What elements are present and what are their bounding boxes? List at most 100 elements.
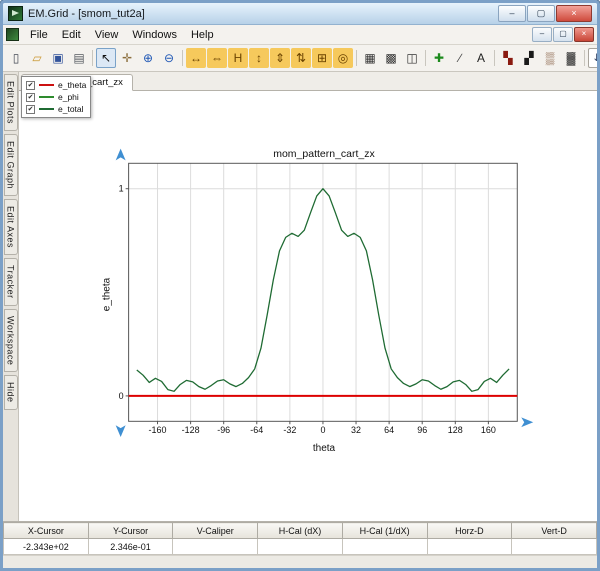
tick-label-x: -64 — [250, 425, 263, 435]
fix-horizontal-button[interactable]: H — [228, 48, 248, 68]
caliper-header-y-cursor: Y-Cursor — [87, 522, 174, 539]
tick-label-y: 0 — [119, 391, 124, 401]
save-button[interactable]: ▣ — [48, 48, 68, 68]
autoscale-y-button[interactable]: ↕ — [249, 48, 269, 68]
tick-label-x: 128 — [448, 425, 463, 435]
surface-map-button[interactable]: ▚ — [498, 48, 518, 68]
window-title: EM.Grid - [smom_tut2a] — [28, 7, 145, 20]
fix-vertical-button[interactable]: ⇅ — [291, 48, 311, 68]
legend-checkbox-e-phi[interactable]: ✔ — [26, 92, 35, 102]
axis-handle-top-left[interactable] — [115, 148, 126, 161]
expand-x-button[interactable]: ⇔ — [207, 48, 227, 68]
legend-checkbox-e-theta[interactable]: ✔ — [26, 80, 35, 90]
caliper-values-row: -2.343e+02 2.346e-01 — [3, 538, 597, 555]
axis-handle-bottom-right[interactable] — [521, 417, 534, 428]
plot-workspace: mom_pattern_cart_zx ✔ e_theta ✔ e_phi ✔ … — [19, 72, 597, 521]
legend-row: ✔ e_phi — [26, 91, 86, 103]
h-cal-dx-value — [257, 538, 343, 555]
app-window: EM.Grid - [smom_tut2a] – ▢ × File Edit V… — [0, 0, 600, 571]
menu-edit[interactable]: Edit — [55, 27, 88, 43]
mdi-close-button[interactable]: × — [574, 27, 594, 42]
x-cursor-value: -2.343e+02 — [3, 538, 89, 555]
tick-label-x: 32 — [351, 425, 361, 435]
legend-label: e_phi — [58, 92, 79, 102]
print-button[interactable]: ▤ — [69, 48, 89, 68]
legend-line-sample — [39, 84, 54, 86]
y-axis-label: e_theta — [101, 277, 113, 312]
toolbar-separator — [584, 50, 585, 66]
legend-row: ✔ e_theta — [26, 79, 86, 91]
slope-tool-button[interactable]: ∕ — [450, 48, 470, 68]
legend-checkbox-e-total[interactable]: ✔ — [26, 104, 35, 114]
tick-label-x: -32 — [283, 425, 296, 435]
autoscale-xy-button[interactable]: ⊞ — [312, 48, 332, 68]
menu-help[interactable]: Help — [184, 27, 221, 43]
close-button[interactable]: × — [556, 5, 592, 22]
legend-line-sample — [39, 96, 54, 98]
menu-view[interactable]: View — [88, 27, 126, 43]
add-cursor-button[interactable]: ✚ — [429, 48, 449, 68]
axis-handle-bottom-left[interactable] — [115, 425, 126, 437]
toolbar-separator — [356, 50, 357, 66]
h-cal-1dx-value — [341, 538, 428, 555]
legend-row: ✔ e_total — [26, 103, 86, 115]
tick-label-x: 64 — [384, 425, 394, 435]
titlebar[interactable]: EM.Grid - [smom_tut2a] – ▢ × — [3, 3, 597, 25]
sidebar-tab-tracker[interactable]: Tracker — [3, 258, 18, 306]
density-map-button[interactable]: ▒ — [540, 48, 560, 68]
toolbar-separator — [425, 50, 426, 66]
legend-line-sample — [39, 108, 54, 110]
document-icon — [6, 28, 19, 41]
caliper-header-h-cal-1dx: H-Cal (1/dX) — [341, 522, 428, 539]
expand-y-button[interactable]: ⇕ — [270, 48, 290, 68]
y-cursor-value: 2.346e-01 — [87, 538, 174, 555]
zoom-out-button[interactable]: ⊖ — [159, 48, 179, 68]
tick-label-x: -160 — [149, 425, 167, 435]
minimize-button[interactable]: – — [498, 5, 526, 22]
vector-map-button[interactable]: ▓ — [561, 48, 581, 68]
contour-map-button[interactable]: ▞ — [519, 48, 539, 68]
sidebar-tab-edit-axes[interactable]: Edit Axes — [3, 199, 18, 256]
caliper-header-h-cal-dx: H-Cal (dX) — [257, 522, 343, 539]
legend-label: e_theta — [58, 80, 87, 90]
status-bar — [3, 555, 597, 568]
x-axis-label: theta — [312, 443, 336, 454]
tick-label-x: -96 — [217, 425, 230, 435]
sidebar-tab-edit-graph[interactable]: Edit Graph — [3, 134, 18, 197]
toolbar-separator — [92, 50, 93, 66]
frame-spinner-button[interactable]: ⇵ — [588, 48, 597, 68]
sidebar-tab-hide[interactable]: Hide — [3, 375, 18, 410]
autoscale-x-button[interactable]: ↔ — [186, 48, 206, 68]
caliper-header-x-cursor: X-Cursor — [3, 522, 89, 539]
vert-d-value — [511, 538, 597, 555]
select-pointer-button[interactable]: ↖ — [96, 48, 116, 68]
window-controls: – ▢ × — [498, 5, 592, 22]
sidebar-tab-workspace[interactable]: Workspace — [3, 308, 18, 373]
caliper-readout: X-Cursor Y-Cursor V-Caliper H-Cal (dX) H… — [3, 521, 597, 555]
tick-label-y: 1 — [119, 184, 124, 194]
legend-label: e_total — [58, 104, 84, 114]
maximize-button[interactable]: ▢ — [527, 5, 555, 22]
plot-legend[interactable]: ✔ e_theta ✔ e_phi ✔ e_total — [21, 76, 92, 118]
zoom-in-button[interactable]: ⊕ — [138, 48, 158, 68]
menu-windows[interactable]: Windows — [125, 27, 184, 43]
mdi-restore-button[interactable]: ▢ — [553, 27, 573, 42]
menu-file[interactable]: File — [23, 27, 55, 43]
text-label-button[interactable]: A — [471, 48, 491, 68]
frame-toggle-button[interactable]: ◫ — [402, 48, 422, 68]
new-file-button[interactable]: ▯ — [6, 48, 26, 68]
content-area: Edit Plots Edit Graph Edit Axes Tracker … — [3, 72, 597, 521]
v-caliper-value — [172, 538, 259, 555]
mdi-minimize-button[interactable]: – — [532, 27, 552, 42]
fine-grid-toggle-button[interactable]: ▩ — [381, 48, 401, 68]
tick-label-x: 96 — [417, 425, 427, 435]
document-tab-strip: mom_pattern_cart_zx — [19, 72, 597, 91]
toolbar: ▯ ▱ ▣ ▤ ↖ ✛ ⊕ ⊖ ↔ ⇔ H ↕ ⇕ ⇅ ⊞ ◎ ▦ ▩ ◫ ✚ … — [3, 45, 597, 72]
pan-tool-button[interactable]: ✛ — [117, 48, 137, 68]
sidebar-tab-edit-plots[interactable]: Edit Plots — [3, 74, 18, 132]
tick-label-x: -128 — [182, 425, 200, 435]
caliper-header-v-caliper: V-Caliper — [172, 522, 259, 539]
open-file-button[interactable]: ▱ — [27, 48, 47, 68]
zoom-window-button[interactable]: ◎ — [333, 48, 353, 68]
grid-toggle-button[interactable]: ▦ — [360, 48, 380, 68]
